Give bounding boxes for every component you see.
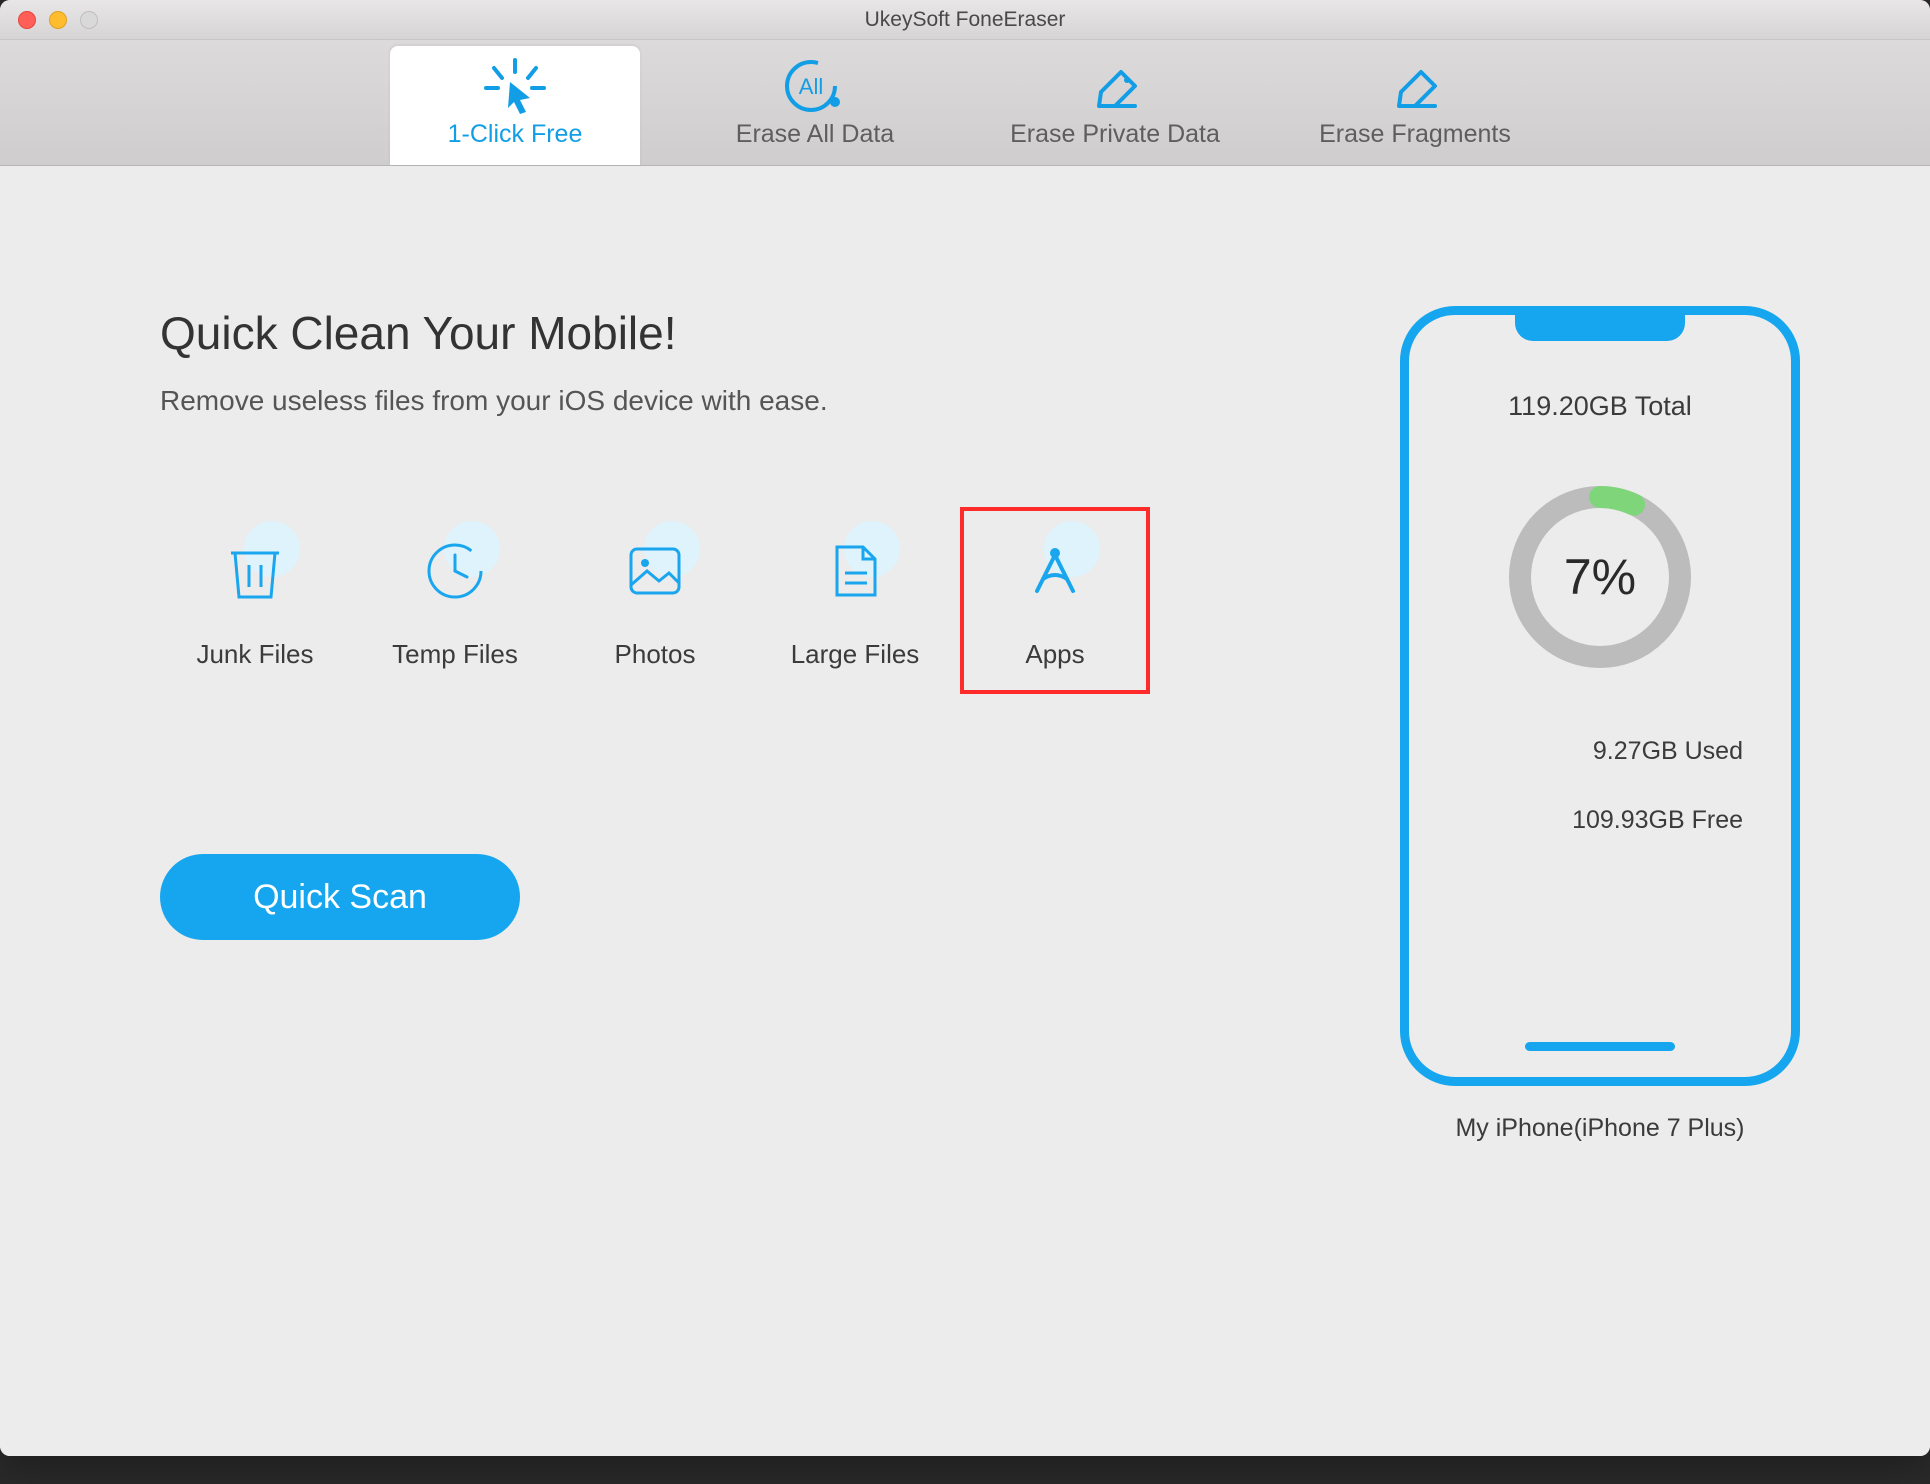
category-label: Junk Files <box>164 639 346 670</box>
phone-notch-icon <box>1515 313 1685 341</box>
close-icon[interactable] <box>18 11 36 29</box>
tab-1-click-free[interactable]: 1-Click Free <box>390 46 640 165</box>
category-label: Photos <box>564 639 746 670</box>
app-window: UkeySoft FoneEraser 1-Click Free <box>0 0 1930 1456</box>
storage-used: 9.27GB Used <box>1429 737 1771 766</box>
tab-erase-all-data[interactable]: All Erase All Data <box>690 46 940 165</box>
photo-icon <box>625 543 685 599</box>
category-temp-files[interactable]: Temp Files <box>360 507 550 694</box>
apps-icon <box>1023 541 1087 601</box>
trash-icon <box>227 541 283 601</box>
click-free-icon <box>390 58 640 114</box>
category-apps[interactable]: Apps <box>960 507 1150 694</box>
usage-percent: 7% <box>1500 477 1700 677</box>
category-junk-files[interactable]: Junk Files <box>160 507 350 694</box>
erase-fragments-icon <box>1290 58 1540 114</box>
maximize-icon[interactable] <box>80 11 98 29</box>
category-large-files[interactable]: Large Files <box>760 507 950 694</box>
titlebar: UkeySoft FoneEraser <box>0 0 1930 40</box>
device-name: My iPhone(iPhone 7 Plus) <box>1455 1114 1744 1143</box>
erase-all-icon: All <box>690 58 940 114</box>
minimize-icon[interactable] <box>49 11 67 29</box>
svg-text:All: All <box>799 74 823 99</box>
file-icon <box>829 541 881 601</box>
home-indicator-icon <box>1525 1042 1675 1051</box>
content-area: Quick Clean Your Mobile! Remove useless … <box>0 166 1930 1456</box>
erase-private-icon <box>990 58 1240 114</box>
category-label: Apps <box>964 639 1146 670</box>
tab-label: Erase Private Data <box>1010 120 1220 148</box>
clock-icon <box>423 539 487 603</box>
right-pane: 119.20GB Total 7% 9.27GB Used 109.93GB F… <box>1370 306 1830 1256</box>
page-title: Quick Clean Your Mobile! <box>160 306 1370 360</box>
main-tabs: 1-Click Free All Erase All Data Erase <box>0 40 1930 166</box>
tab-label: Erase Fragments <box>1319 120 1511 148</box>
usage-ring: 7% <box>1500 477 1700 677</box>
category-label: Large Files <box>764 639 946 670</box>
tab-erase-private-data[interactable]: Erase Private Data <box>990 46 1240 165</box>
tab-erase-fragments[interactable]: Erase Fragments <box>1290 46 1540 165</box>
tab-label: Erase All Data <box>736 120 894 148</box>
category-photos[interactable]: Photos <box>560 507 750 694</box>
category-label: Temp Files <box>364 639 546 670</box>
storage-total: 119.20GB Total <box>1508 391 1692 422</box>
tab-label: 1-Click Free <box>448 120 583 148</box>
page-subtitle: Remove useless files from your iOS devic… <box>160 385 1370 417</box>
storage-free: 109.93GB Free <box>1429 806 1771 835</box>
phone-outline: 119.20GB Total 7% 9.27GB Used 109.93GB F… <box>1400 306 1800 1086</box>
window-controls <box>18 11 98 29</box>
quick-scan-button[interactable]: Quick Scan <box>160 854 520 940</box>
left-pane: Quick Clean Your Mobile! Remove useless … <box>160 306 1370 1256</box>
category-row: Junk Files Temp Files <box>160 507 1370 694</box>
window-title: UkeySoft FoneEraser <box>0 8 1930 32</box>
